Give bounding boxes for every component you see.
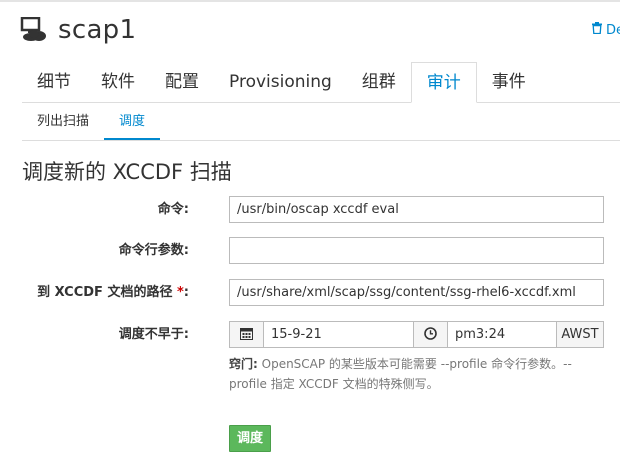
schedule-submit-button[interactable]: 调度 <box>229 425 271 452</box>
form-title: 调度新的 XCCDF 扫描 <box>22 160 232 184</box>
subtab-schedule[interactable]: 调度 <box>104 108 161 140</box>
calendar-icon <box>240 325 253 344</box>
args-label: 命令行参数: <box>118 243 189 258</box>
date-input[interactable]: 15-9-21 <box>263 321 414 348</box>
clock-icon <box>424 325 437 344</box>
audit-subtabs: 列出扫描 调度 <box>22 108 620 141</box>
path-label: 到 XCCDF 文档的路径 *: <box>37 279 189 306</box>
system-name: scap1 <box>58 15 137 45</box>
path-label-text: 到 XCCDF 文档的路径 <box>37 285 177 300</box>
path-label-colon: : <box>183 285 189 300</box>
help-prefix: 窍门: <box>229 357 258 371</box>
time-button[interactable] <box>413 321 448 348</box>
path-input[interactable]: /usr/share/xml/scap/ssg/content/ssg-rhel… <box>229 279 604 306</box>
command-row: 命令: /usr/bin/oscap xccdf eval <box>0 196 620 223</box>
tab-groups[interactable]: 组群 <box>347 62 411 102</box>
command-label: 命令: <box>157 202 189 217</box>
timezone-label: AWST <box>561 327 599 342</box>
trash-icon <box>591 22 602 38</box>
command-input[interactable]: /usr/bin/oscap xccdf eval <box>229 196 604 223</box>
path-row: 到 XCCDF 文档的路径 *: /usr/share/xml/scap/ssg… <box>0 279 620 306</box>
schedule-row: 调度不早于: 15-9-21 pm3:24 AWST <box>0 321 620 348</box>
top-border <box>0 0 620 2</box>
help-body: OpenSCAP 的某些版本可能需要 --profile 命令行参数。-- pr… <box>229 357 572 391</box>
system-header: scap1 <box>20 12 136 48</box>
timezone-addon: AWST <box>556 321 604 348</box>
system-tabs: 细节 软件 配置 Provisioning 组群 审计 事件 <box>22 62 620 103</box>
tab-configuration[interactable]: 配置 <box>150 62 214 102</box>
subtab-list-scans[interactable]: 列出扫描 <box>22 108 104 140</box>
time-input[interactable]: pm3:24 <box>447 321 557 348</box>
required-mark: * <box>176 285 184 300</box>
help-text: 窍门: OpenSCAP 的某些版本可能需要 --profile 命令行参数。-… <box>229 354 604 394</box>
system-icon <box>20 17 48 43</box>
tab-provisioning[interactable]: Provisioning <box>214 62 347 102</box>
tab-software[interactable]: 软件 <box>86 62 150 102</box>
calendar-button[interactable] <box>229 321 264 348</box>
schedule-label: 调度不早于: <box>118 327 189 342</box>
args-input[interactable] <box>229 237 604 264</box>
tab-details[interactable]: 细节 <box>22 62 86 102</box>
delete-label: De <box>605 22 620 38</box>
tab-events[interactable]: 事件 <box>477 62 541 102</box>
delete-system-link[interactable]: De <box>591 22 620 38</box>
args-row: 命令行参数: <box>0 237 620 264</box>
tab-audit[interactable]: 审计 <box>410 62 477 103</box>
